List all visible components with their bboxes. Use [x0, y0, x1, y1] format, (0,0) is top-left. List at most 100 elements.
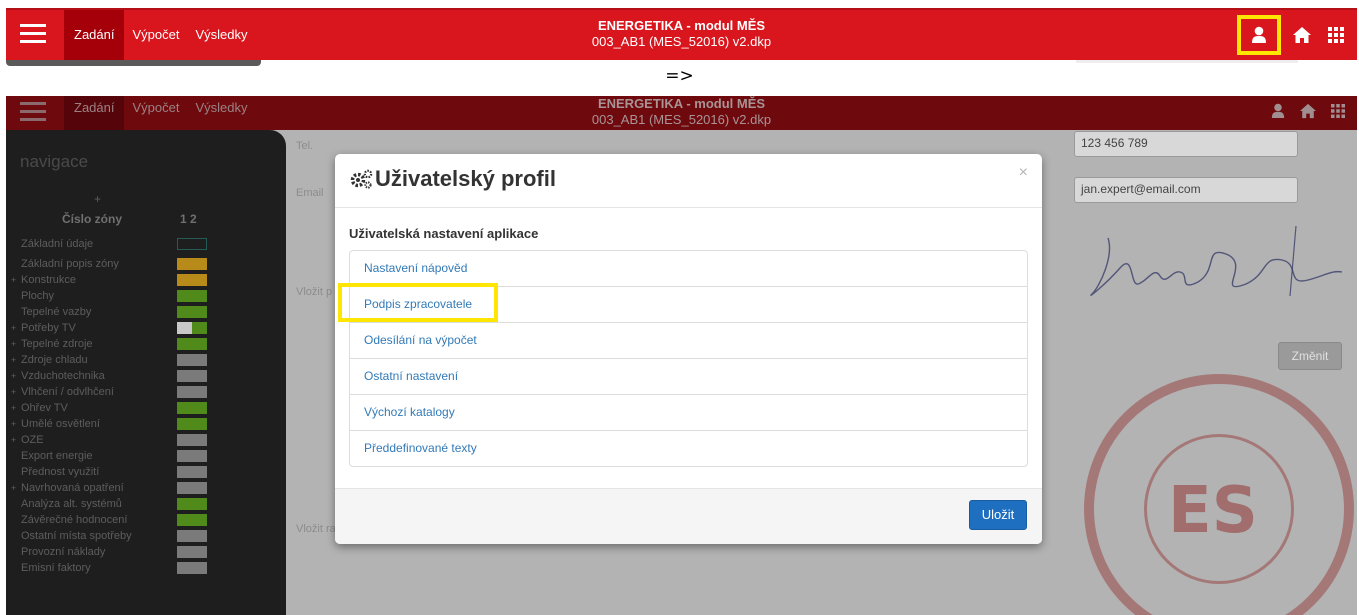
- sidebar-item: + Konstrukce: [11, 272, 211, 288]
- expand-icon: +: [11, 387, 17, 397]
- expand-icon: +: [11, 323, 17, 333]
- sidebar-item: + Potřeby TV: [11, 320, 211, 336]
- sidebar-item: + Vlhčení / odvlhčení: [11, 384, 211, 400]
- expand-all-button: +: [94, 192, 102, 206]
- expand-icon: +: [11, 419, 17, 429]
- sidebar-item-label: Vlhčení / odvlhčení: [21, 386, 114, 398]
- header-icons: [1237, 10, 1353, 60]
- change-signature-button: Změnit: [1278, 342, 1342, 370]
- user-icon: [1263, 96, 1293, 126]
- user-profile-modal: Uživatelský profil × Uživatelská nastave…: [335, 154, 1042, 544]
- app-title-text: ENERGETIKA - modul MĚS: [597, 96, 766, 111]
- zone-status: [192, 434, 207, 446]
- sidebar-item: Základní popis zóny: [11, 256, 211, 272]
- sidebar-item: + Tepelné zdroje: [11, 336, 211, 352]
- modal-title: Uživatelský profil: [375, 166, 556, 191]
- stamp-label: Vložit ra: [296, 523, 336, 535]
- sidebar-item: + Vzduchotechnika: [11, 368, 211, 384]
- file-name: 003_AB1 (MES_52016) v2.dkp: [591, 34, 772, 49]
- expand-icon: +: [11, 339, 17, 349]
- sidebar-item: + Navrhovaná opatření: [11, 480, 211, 496]
- zone-status: [192, 338, 207, 350]
- zone-status: [192, 530, 207, 542]
- zone-status: [177, 290, 192, 302]
- dimmed-header: Zadání Výpočet Výsledky ENERGETIKA - mod…: [6, 96, 1357, 130]
- email-label: Email: [296, 187, 324, 199]
- sidebar-item: Přednost využití: [11, 464, 211, 480]
- sidebar-item-label: OZE: [21, 434, 44, 446]
- zone-status: [192, 274, 207, 286]
- header-icons: [1263, 96, 1353, 126]
- zone-status: [192, 514, 207, 526]
- zone-status: [192, 322, 207, 334]
- save-button[interactable]: Uložit: [969, 500, 1027, 530]
- modal-footer: [335, 488, 1042, 544]
- zone-status: [177, 322, 192, 334]
- zone-status: [177, 530, 192, 542]
- zone-status: [177, 354, 192, 366]
- apps-grid-icon[interactable]: [1319, 18, 1353, 52]
- sidebar-item-label: Potřeby TV: [21, 322, 76, 334]
- field-edge: [1076, 60, 1298, 63]
- sidebar-item-label: Plochy: [21, 290, 55, 302]
- expand-icon: +: [11, 275, 17, 285]
- sidebar-item-label: Základní údaje: [21, 238, 94, 250]
- close-icon[interactable]: ×: [1019, 164, 1028, 182]
- zone-status: [192, 306, 207, 318]
- sidebar-item-label: Vzduchotechnika: [21, 370, 105, 382]
- zone-status: [192, 482, 207, 494]
- zone-status: [177, 274, 192, 286]
- user-icon[interactable]: [1237, 15, 1281, 55]
- sidebar-item-label: Ostatní místa spotřeby: [21, 530, 132, 542]
- zone-status: [192, 386, 207, 398]
- zone-status: [192, 290, 207, 302]
- zone-status: [177, 466, 192, 478]
- zone-status: [192, 402, 207, 414]
- sidebar-item-label: Tepelné vazby: [21, 306, 92, 318]
- zone-status: [177, 370, 192, 382]
- home-icon[interactable]: [1285, 18, 1319, 52]
- expand-icon: +: [11, 483, 17, 493]
- sidebar-item-label: Zdroje chladu: [21, 354, 88, 366]
- predefined-texts-link[interactable]: Předdefinované texty: [349, 430, 1028, 467]
- sidebar-item: Provozní náklady: [11, 544, 211, 560]
- sidebar-item-label: Závěrečné hodnocení: [21, 514, 128, 526]
- sidebar-item-label: Analýza alt. systémů: [21, 498, 122, 510]
- sidebar-item: Závěrečné hodnocení: [11, 512, 211, 528]
- sidebar-item: Plochy: [11, 288, 211, 304]
- zone-status: [177, 434, 192, 446]
- zone-status: [192, 562, 207, 574]
- sidebar-item-label: Přednost využití: [21, 466, 100, 478]
- app-title: ENERGETIKA - modul MĚS 003_AB1 (MES_5201…: [6, 96, 1357, 128]
- tel-field: 123 456 789: [1074, 131, 1298, 157]
- apps-grid-icon: [1323, 96, 1353, 126]
- expand-icon: +: [11, 371, 17, 381]
- sidebar-item-label: Konstrukce: [21, 274, 77, 286]
- transition-arrow: =>: [665, 66, 694, 86]
- help-settings-link[interactable]: Nastavení nápověd: [349, 250, 1028, 287]
- other-settings-link[interactable]: Ostatní nastavení: [349, 358, 1028, 395]
- zone-header: Číslo zóny: [62, 212, 123, 226]
- zone-status: [177, 338, 192, 350]
- modal-header: Uživatelský profil ×: [335, 154, 1042, 208]
- zone-status: [192, 258, 207, 270]
- zone-status: [192, 450, 207, 462]
- zone-status: [177, 306, 192, 318]
- sidebar-item-label: Základní popis zóny: [21, 258, 119, 270]
- expand-icon: +: [11, 435, 17, 445]
- zone-numbers: 1 2: [180, 212, 197, 226]
- zone-status: [177, 498, 192, 510]
- signature-label: Vložit p: [296, 286, 333, 298]
- sidebar-item: Emisní faktory: [11, 560, 211, 576]
- sidebar-item: Tepelné vazby: [11, 304, 211, 320]
- zone-status: [177, 386, 192, 398]
- sidebar-title: navigace: [20, 152, 89, 171]
- sidebar-item-label: Provozní náklady: [21, 546, 106, 558]
- home-icon: [1293, 96, 1323, 126]
- calculation-submit-link[interactable]: Odesílání na výpočet: [349, 322, 1028, 359]
- sidebar-item-label: Ohřev TV: [21, 402, 68, 414]
- default-catalogs-link[interactable]: Výchozí katalogy: [349, 394, 1028, 431]
- tel-label: Tel.: [296, 140, 314, 152]
- zone-status: [192, 418, 207, 430]
- app-title-text: ENERGETIKA - modul MĚS: [597, 18, 766, 33]
